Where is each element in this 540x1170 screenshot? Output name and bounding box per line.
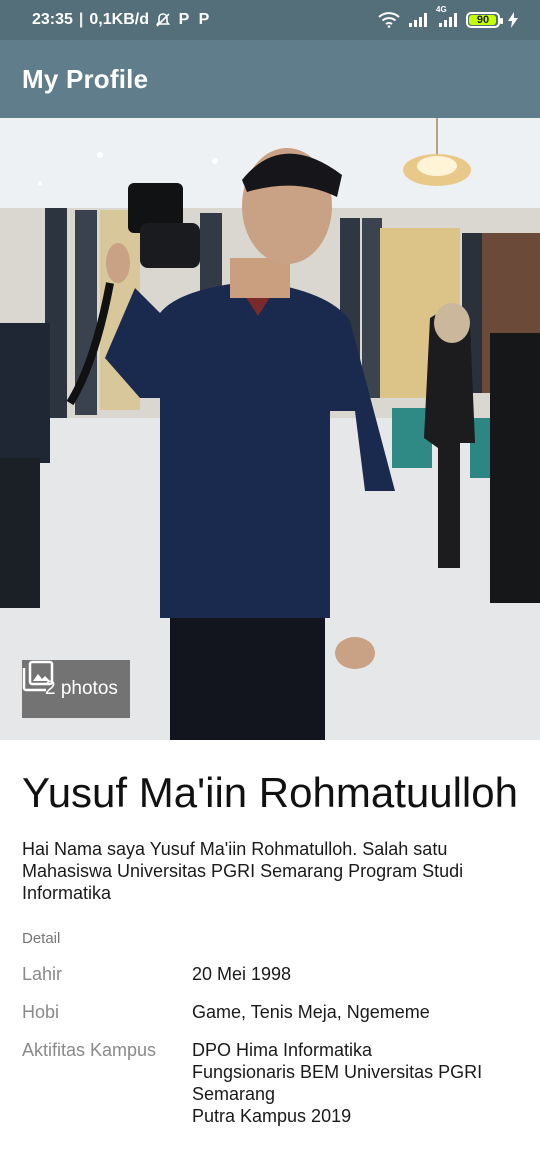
parking-icon: P — [198, 11, 210, 28]
charging-bolt-icon — [508, 12, 518, 28]
network-label: 4G — [436, 5, 447, 14]
battery-icon: 90 — [466, 12, 503, 28]
signal-icon — [408, 12, 428, 28]
profile-bio: Hai Nama saya Yusuf Ma'iin Rohmatulloh. … — [22, 839, 464, 903]
detail-label: Hobi — [22, 1002, 60, 1022]
status-bar: 23:35 | 0,1KB/d P P 4G 90 — [0, 0, 540, 40]
status-left: 23:35 | 0,1KB/d P P — [32, 11, 211, 29]
profile-name: Yusuf Ma'iin Rohmatuulloh — [22, 769, 518, 816]
detail-value: DPO Hima Informatika Fungsionaris BEM Un… — [192, 1040, 483, 1126]
detail-heading: Detail — [22, 930, 61, 947]
detail-value: 20 Mei 1998 — [192, 964, 292, 984]
detail-row-hobi: Hobi Game, Tenis Meja, Ngememe — [22, 1001, 518, 1023]
status-time: 23:35 — [32, 11, 73, 28]
detail-row-lahir: Lahir 20 Mei 1998 — [22, 963, 518, 985]
profile-photo-illustration — [0, 118, 540, 740]
app-bar: My Profile — [0, 40, 540, 118]
battery-level: 90 — [476, 14, 490, 26]
status-right: 4G 90 — [378, 5, 518, 28]
photo-count-badge[interactable]: 2 photos — [22, 660, 130, 718]
detail-value: Game, Tenis Meja, Ngememe — [192, 1002, 430, 1022]
mute-bell-icon — [155, 12, 171, 28]
signal-4g-icon: 4G — [436, 5, 458, 28]
status-separator: | — [78, 11, 84, 28]
profile-photo[interactable]: 2 photos — [0, 118, 540, 740]
page-title: My Profile — [22, 63, 149, 94]
detail-label: Lahir — [22, 964, 63, 984]
detail-label: Aktifitas Kampus — [22, 1040, 157, 1060]
wifi-icon — [378, 12, 400, 28]
status-speed: 0,1KB/d — [89, 11, 149, 28]
profile-content: Yusuf Ma'iin Rohmatuulloh Hai Nama saya … — [0, 740, 540, 1127]
detail-row-aktifitas-kampus: Aktifitas Kampus DPO Hima Informatika Fu… — [22, 1039, 518, 1127]
parking-icon: P — [178, 11, 190, 28]
photo-count-label: 2 photos — [45, 678, 118, 699]
